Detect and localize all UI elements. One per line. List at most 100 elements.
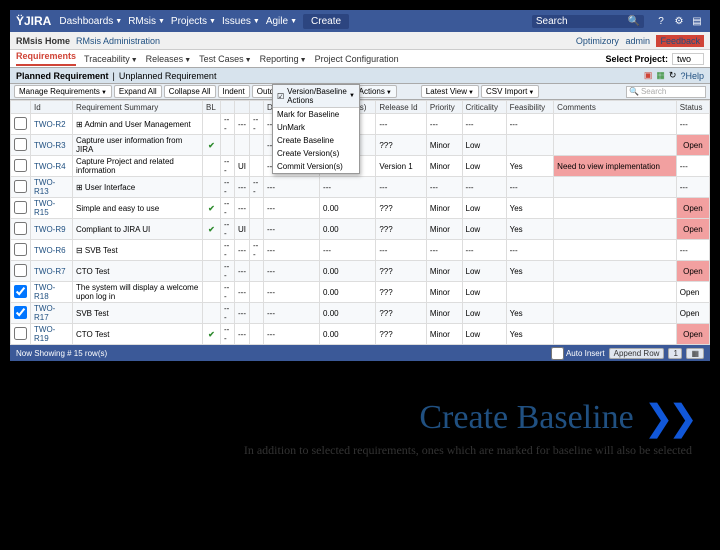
rmsis-admin-link[interactable]: RMsis Administration — [76, 36, 160, 46]
global-search[interactable]: Search 🔍 — [532, 15, 644, 28]
row-checkbox[interactable] — [14, 138, 27, 151]
user-menu-icon[interactable]: ▤ — [690, 14, 704, 28]
col-header[interactable] — [250, 101, 264, 114]
table-row[interactable]: TWO-R15Simple and easy to use✔---------0… — [11, 198, 710, 219]
tab-projconfig[interactable]: Project Configuration — [315, 54, 399, 64]
auto-insert-checkbox[interactable] — [551, 347, 564, 360]
help-icon[interactable]: ? — [654, 14, 668, 28]
table-row[interactable]: TWO-R7CTO Test---------0.00???MinorLowYe… — [11, 261, 710, 282]
cell[interactable]: TWO-R15 — [31, 198, 73, 219]
col-header[interactable]: BL — [203, 101, 221, 114]
cell[interactable]: CTO Test — [73, 324, 203, 345]
col-header[interactable]: Comments — [554, 101, 677, 114]
dd-create-versions[interactable]: Create Version(s) — [273, 147, 359, 160]
cell[interactable]: Capture user information from JIRA — [73, 135, 203, 156]
refresh-icon[interactable]: ↻ — [669, 70, 677, 81]
row-checkbox[interactable] — [14, 285, 27, 298]
cell[interactable]: ⊞ User Interface — [73, 177, 203, 198]
row-checkbox[interactable] — [14, 222, 27, 235]
append-row-button[interactable]: Append Row — [609, 348, 665, 359]
cell[interactable]: TWO-R2 — [31, 114, 73, 135]
row-checkbox[interactable] — [14, 180, 27, 193]
cell[interactable] — [11, 177, 31, 198]
tab-traceability[interactable]: Traceability▼ — [84, 54, 138, 64]
admin-user-link[interactable]: admin — [625, 36, 650, 46]
cell[interactable]: TWO-R4 — [31, 156, 73, 177]
create-button[interactable]: Create — [303, 14, 349, 29]
cell[interactable]: TWO-R17 — [31, 303, 73, 324]
col-header[interactable]: Status — [676, 101, 709, 114]
cell[interactable] — [11, 198, 31, 219]
table-row[interactable]: TWO-R9Compliant to JIRA UI✔---UI---0.00?… — [11, 219, 710, 240]
cell[interactable]: The system will display a welcome upon l… — [73, 282, 203, 303]
dd-commit-versions[interactable]: Commit Version(s) — [273, 160, 359, 173]
cell[interactable] — [11, 156, 31, 177]
cell[interactable]: ⊞ Admin and User Management — [73, 114, 203, 135]
gear-icon[interactable]: ⚙ — [672, 14, 686, 28]
expand-all-button[interactable]: Expand All — [114, 85, 162, 98]
cell[interactable]: TWO-R13 — [31, 177, 73, 198]
cell[interactable] — [11, 135, 31, 156]
row-checkbox[interactable] — [14, 264, 27, 277]
feedback-button[interactable]: Feedback — [656, 35, 704, 47]
cell[interactable]: TWO-R18 — [31, 282, 73, 303]
toolbar-search[interactable]: 🔍 Search — [626, 86, 706, 98]
table-row[interactable]: TWO-R6⊟ SVB Test------------------------… — [11, 240, 710, 261]
cell[interactable] — [11, 240, 31, 261]
table-row[interactable]: TWO-R4Capture Project and related inform… — [11, 156, 710, 177]
table-row[interactable]: TWO-R18The system will display a welcome… — [11, 282, 710, 303]
dd-mark-baseline[interactable]: Mark for Baseline — [273, 108, 359, 121]
col-header[interactable]: Id — [31, 101, 73, 114]
unplanned-req-tab[interactable]: Unplanned Requirement — [119, 71, 217, 81]
cell[interactable] — [11, 282, 31, 303]
cell[interactable] — [11, 114, 31, 135]
cell[interactable] — [11, 303, 31, 324]
help-icon-2[interactable]: ?Help — [680, 71, 704, 81]
row-checkbox[interactable] — [14, 159, 27, 172]
col-header[interactable]: Priority — [426, 101, 462, 114]
pdf-icon[interactable]: ▣ — [644, 70, 653, 81]
table-row[interactable]: TWO-R13⊞ User Interface-----------------… — [11, 177, 710, 198]
col-header[interactable] — [11, 101, 31, 114]
cell[interactable]: TWO-R9 — [31, 219, 73, 240]
row-checkbox[interactable] — [14, 117, 27, 130]
row-checkbox[interactable] — [14, 306, 27, 319]
nav-projects[interactable]: Projects▼ — [171, 16, 216, 27]
col-header[interactable]: Requirement Summary — [73, 101, 203, 114]
table-row[interactable]: TWO-R19CTO Test✔---------0.00???MinorLow… — [11, 324, 710, 345]
planned-req-tab[interactable]: Planned Requirement — [16, 71, 109, 81]
dd-create-baseline[interactable]: Create Baseline — [273, 134, 359, 147]
nav-dashboards[interactable]: Dashboards▼ — [59, 16, 122, 27]
cell[interactable]: TWO-R7 — [31, 261, 73, 282]
row-checkbox[interactable] — [14, 243, 27, 256]
cell[interactable]: TWO-R6 — [31, 240, 73, 261]
table-row[interactable]: TWO-R3Capture user information from JIRA… — [11, 135, 710, 156]
dd-unmark[interactable]: UnMark — [273, 121, 359, 134]
cell[interactable]: Capture Project and related information — [73, 156, 203, 177]
page-input[interactable]: 1 — [668, 348, 682, 359]
tab-requirements[interactable]: Requirements — [16, 51, 76, 66]
tab-testcases[interactable]: Test Cases▼ — [199, 54, 251, 64]
collapse-all-button[interactable]: Collapse All — [164, 85, 216, 98]
col-header[interactable] — [221, 101, 235, 114]
rmsis-home-link[interactable]: RMsis Home — [16, 36, 70, 46]
table-row[interactable]: TWO-R17SVB Test---------0.00???MinorLowY… — [11, 303, 710, 324]
col-header[interactable]: Release Id — [376, 101, 427, 114]
nav-rmsis[interactable]: RMsis▼ — [128, 16, 165, 27]
cell[interactable]: TWO-R3 — [31, 135, 73, 156]
cell[interactable]: CTO Test — [73, 261, 203, 282]
search-input[interactable] — [568, 16, 628, 26]
nav-issues[interactable]: Issues▼ — [222, 16, 260, 27]
excel-icon[interactable]: ▦ — [656, 70, 665, 81]
latest-view-button[interactable]: Latest View▼ — [421, 85, 479, 98]
grid-icon[interactable]: ▦ — [686, 348, 704, 359]
table-row[interactable]: TWO-R2⊞ Admin and User Management-------… — [11, 114, 710, 135]
cell[interactable]: Compliant to JIRA UI — [73, 219, 203, 240]
cell[interactable] — [11, 261, 31, 282]
tab-reporting[interactable]: Reporting▼ — [260, 54, 307, 64]
row-checkbox[interactable] — [14, 327, 27, 340]
manage-req-button[interactable]: Manage Requirements▼ — [14, 85, 112, 98]
indent-button[interactable]: Indent — [218, 85, 250, 98]
project-selector[interactable]: two — [672, 53, 704, 65]
cell[interactable] — [11, 219, 31, 240]
